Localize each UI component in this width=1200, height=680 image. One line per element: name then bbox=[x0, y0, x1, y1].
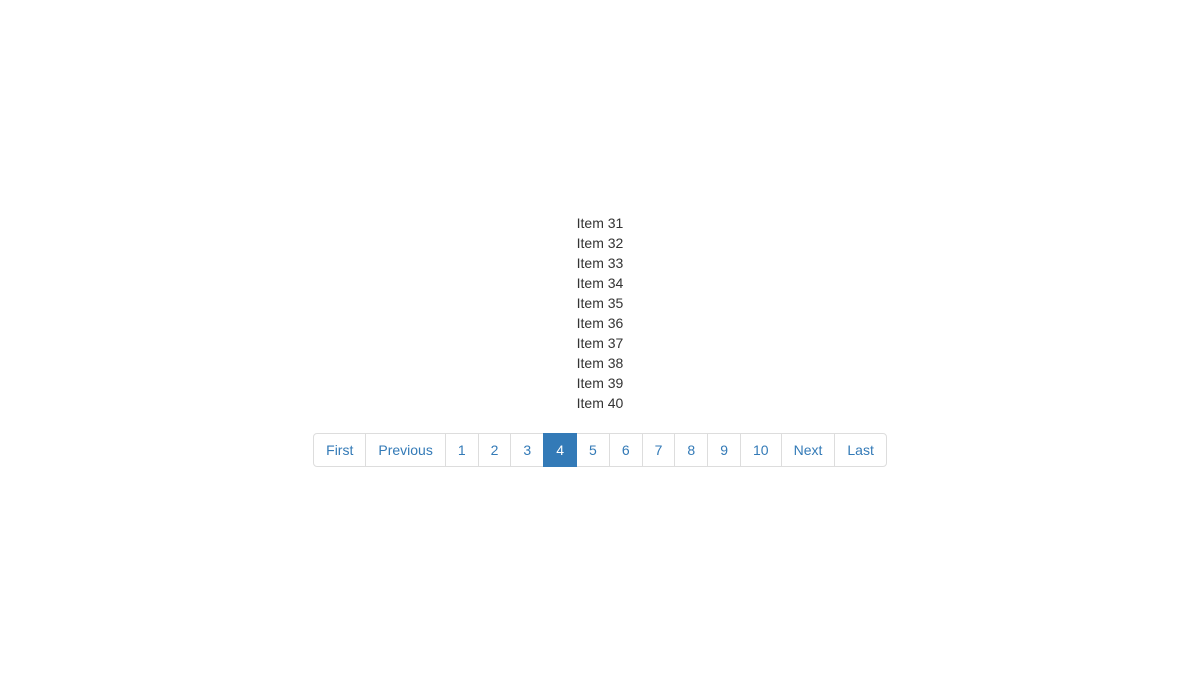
pagination-page-9-link[interactable]: 9 bbox=[707, 433, 741, 467]
pagination-page-1-link[interactable]: 1 bbox=[445, 433, 479, 467]
pagination-page-7: 7 bbox=[643, 433, 676, 467]
list-item: Item 33 bbox=[577, 253, 624, 273]
pagination-next-link[interactable]: Next bbox=[781, 433, 836, 467]
list-item: Item 32 bbox=[577, 233, 624, 253]
pagination-page-2: 2 bbox=[479, 433, 512, 467]
list-item: Item 37 bbox=[577, 333, 624, 353]
pagination-last: Last bbox=[835, 433, 886, 467]
pagination-page-8-link[interactable]: 8 bbox=[674, 433, 708, 467]
pagination-first: First bbox=[313, 433, 366, 467]
pagination-page-5-link[interactable]: 5 bbox=[576, 433, 610, 467]
list-item: Item 38 bbox=[577, 353, 624, 373]
pagination-page-6-link[interactable]: 6 bbox=[609, 433, 643, 467]
pagination-page-3-link[interactable]: 3 bbox=[510, 433, 544, 467]
pagination-page-3: 3 bbox=[511, 433, 544, 467]
pagination-page-10-link[interactable]: 10 bbox=[740, 433, 782, 467]
pagination-page-9: 9 bbox=[708, 433, 741, 467]
pagination-page-6: 6 bbox=[610, 433, 643, 467]
list-item: Item 34 bbox=[577, 273, 624, 293]
list-item: Item 40 bbox=[577, 393, 624, 413]
list-item: Item 35 bbox=[577, 293, 624, 313]
pagination-page-8: 8 bbox=[675, 433, 708, 467]
pagination-page-1: 1 bbox=[446, 433, 479, 467]
pagination-page-10: 10 bbox=[741, 433, 782, 467]
pagination-previous: Previous bbox=[366, 433, 445, 467]
pagination-previous-link[interactable]: Previous bbox=[365, 433, 445, 467]
pagination-first-link[interactable]: First bbox=[313, 433, 366, 467]
pagination-page-7-link[interactable]: 7 bbox=[642, 433, 676, 467]
pagination-last-link[interactable]: Last bbox=[834, 433, 886, 467]
list-item: Item 39 bbox=[577, 373, 624, 393]
pagination-next: Next bbox=[782, 433, 836, 467]
pagination-page-4: 4 bbox=[544, 433, 577, 467]
item-list: Item 31 Item 32 Item 33 Item 34 Item 35 … bbox=[577, 213, 624, 413]
list-item: Item 31 bbox=[577, 213, 624, 233]
list-item: Item 36 bbox=[577, 313, 624, 333]
pagination: First Previous 1 2 3 4 5 6 7 8 9 10 Next… bbox=[313, 433, 887, 467]
pagination-page-5: 5 bbox=[577, 433, 610, 467]
pagination-page-2-link[interactable]: 2 bbox=[478, 433, 512, 467]
pagination-page-4-link[interactable]: 4 bbox=[543, 433, 577, 467]
